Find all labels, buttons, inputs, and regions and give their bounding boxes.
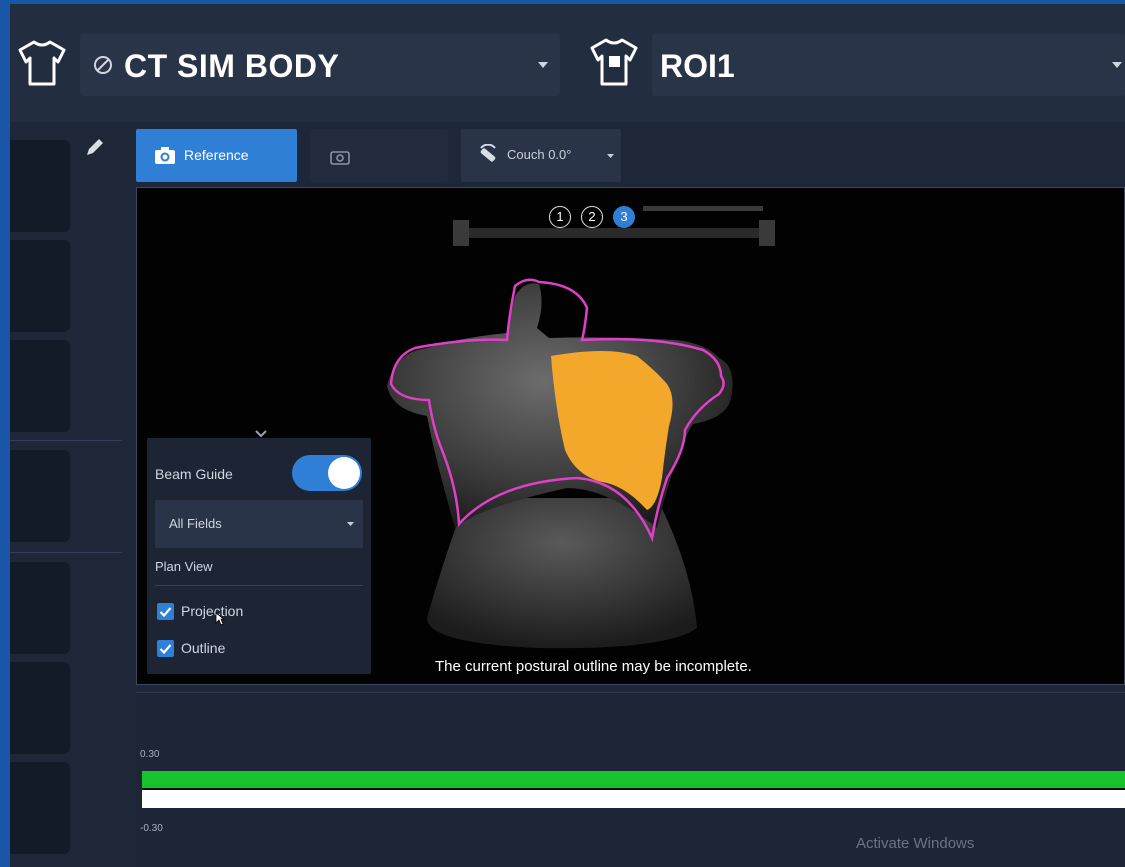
top-bar: CT SIM BODY ROI1 (10, 4, 1125, 122)
caret-down-icon (1112, 62, 1122, 68)
motion-trace-chart: 0.30 -0.30 Activate Windows (136, 692, 1125, 867)
checkbox[interactable] (157, 640, 174, 657)
sidebar-card[interactable] (10, 450, 70, 542)
left-sidebar (10, 132, 122, 867)
checkbox[interactable] (157, 603, 174, 620)
block-icon (94, 56, 112, 74)
green-band (142, 771, 1125, 788)
checkmark-icon (159, 644, 172, 655)
sidebar-card[interactable] (10, 762, 70, 854)
fields-select[interactable]: All Fields (155, 500, 363, 548)
caret-down-icon (347, 522, 354, 526)
upper-threshold-label: 0.30 (140, 749, 160, 760)
divider (155, 585, 363, 586)
toggle-knob (328, 457, 360, 489)
beam-guide-panel: Beam Guide All Fields Plan View Projecti… (147, 438, 371, 674)
beam-guide-toggle[interactable] (292, 455, 362, 491)
sidebar-card[interactable] (10, 562, 70, 654)
white-band (142, 790, 1125, 808)
body-structure-select[interactable]: CT SIM BODY (80, 34, 560, 96)
reference-button[interactable]: Reference (136, 129, 297, 182)
outline-label: Outline (181, 640, 226, 656)
sidebar-divider (10, 552, 122, 553)
sidebar-divider (10, 440, 122, 441)
body-outline-icon[interactable] (16, 36, 68, 88)
sidebar-card[interactable] (10, 240, 70, 332)
caret-down-icon (607, 154, 614, 158)
outline-warning-message: The current postural outline may be inco… (435, 658, 752, 675)
pencil-icon[interactable] (84, 136, 106, 158)
projection-label: Projection (181, 603, 244, 619)
couch-rotate-icon (480, 144, 496, 162)
beam-guide-label: Beam Guide (155, 466, 233, 482)
mouse-cursor-icon (215, 612, 225, 626)
caret-down-icon (538, 62, 548, 68)
fields-select-value: All Fields (169, 516, 222, 531)
sidebar-card[interactable] (10, 340, 70, 432)
camera-button[interactable] (310, 129, 448, 182)
reference-label: Reference (184, 147, 249, 163)
sidebar-card[interactable] (10, 140, 70, 232)
roi-label: ROI1 (660, 48, 735, 84)
couch-angle-select[interactable]: Couch 0.0° (461, 129, 621, 182)
app-window: CT SIM BODY ROI1 Reference Couch 0.0° 1 … (10, 4, 1125, 867)
body-structure-label: CT SIM BODY (124, 48, 340, 84)
activate-windows-watermark: Activate Windows (856, 835, 975, 852)
plan-view-label: Plan View (155, 559, 213, 574)
sidebar-card[interactable] (10, 662, 70, 754)
lower-threshold-label: -0.30 (140, 823, 163, 834)
roi-select[interactable]: ROI1 (652, 34, 1125, 96)
camera-icon (330, 151, 350, 165)
roi-body-icon[interactable] (588, 34, 640, 90)
couch-angle-label: Couch 0.0° (507, 147, 572, 162)
camera-icon (155, 147, 175, 164)
checkmark-icon (159, 607, 172, 618)
